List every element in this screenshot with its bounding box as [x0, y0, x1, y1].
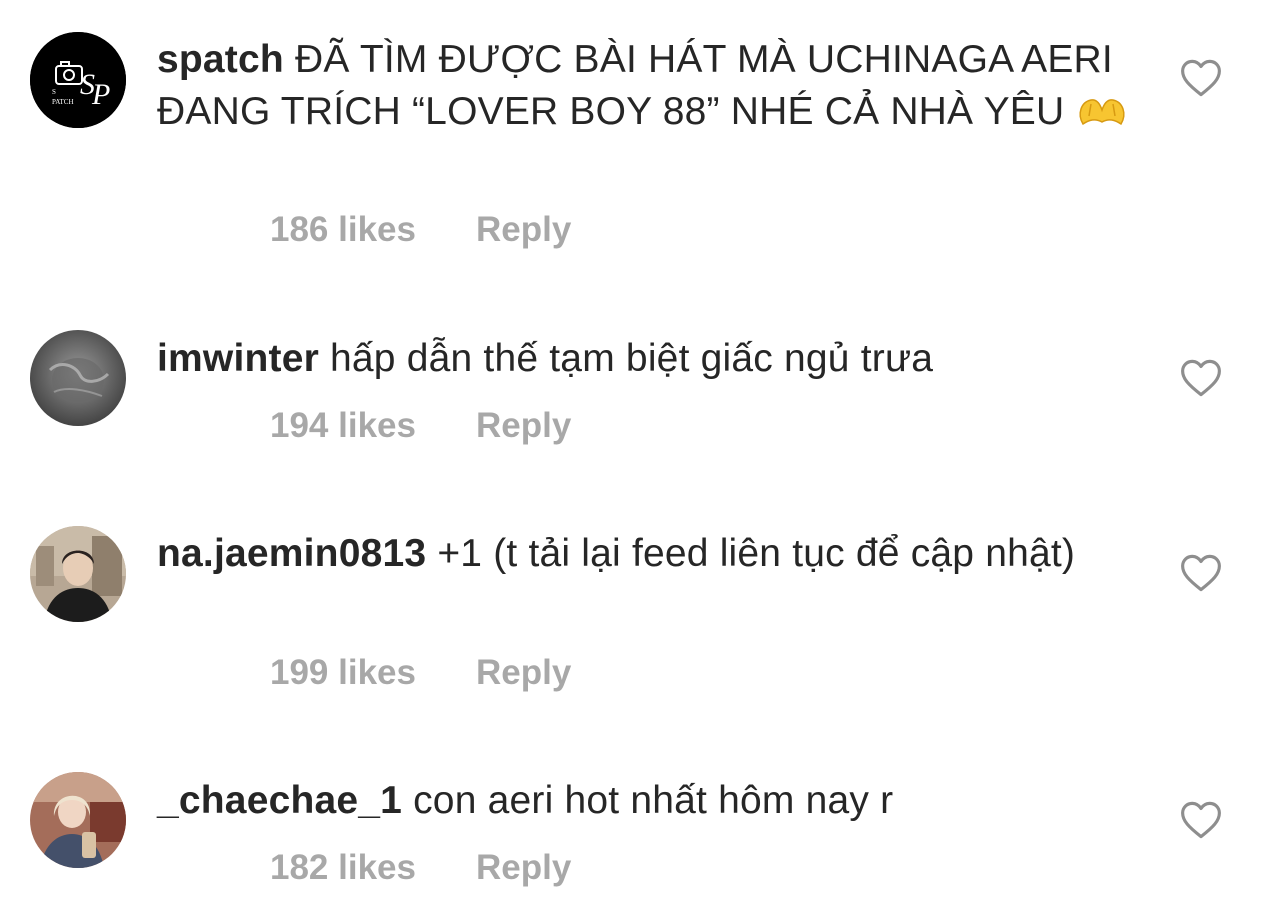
comment-username[interactable]: na.jaemin0813: [157, 532, 426, 575]
svg-text:P: P: [91, 78, 110, 111]
svg-text:S: S: [52, 88, 56, 96]
comment-meta: 182 likes Reply: [270, 846, 571, 890]
reply-button[interactable]: Reply: [476, 651, 571, 695]
comment-meta: 186 likes Reply: [270, 208, 571, 252]
avatar-photo: [30, 526, 126, 622]
likes-count[interactable]: 186 likes: [270, 208, 416, 252]
heart-outline-icon: [1181, 554, 1221, 592]
likes-count[interactable]: 194 likes: [270, 404, 416, 448]
like-button[interactable]: [1180, 553, 1222, 593]
like-button[interactable]: [1180, 358, 1222, 398]
comment-text: hấp dẫn thế tạm biệt giấc ngủ trưa: [330, 337, 934, 380]
heart-outline-icon: [1181, 359, 1221, 397]
avatar[interactable]: [30, 526, 126, 622]
reply-button[interactable]: Reply: [476, 208, 571, 252]
avatar[interactable]: S P S PATCH: [30, 32, 126, 128]
svg-text:PATCH: PATCH: [52, 98, 74, 106]
comment-text: ĐÃ TÌM ĐƯỢC BÀI HÁT MÀ UCHINAGA AERI ĐAN…: [157, 38, 1113, 133]
heart-outline-icon: [1181, 801, 1221, 839]
avatar-photo: [30, 772, 126, 868]
comment-body: na.jaemin0813 +1 (t tải lại feed liên tụ…: [157, 528, 1147, 580]
spatch-logo-icon: S P S PATCH: [30, 32, 126, 128]
heart-outline-icon: [1181, 59, 1221, 97]
avatar[interactable]: [30, 330, 126, 426]
comment-body: _chaechae_1 con aeri hot nhất hôm nay r: [157, 775, 1147, 827]
comment-username[interactable]: _chaechae_1: [157, 779, 402, 822]
like-button[interactable]: [1180, 800, 1222, 840]
comment-meta: 199 likes Reply: [270, 651, 571, 695]
like-button[interactable]: [1180, 58, 1222, 98]
avatar-photo: [30, 330, 126, 426]
reply-button[interactable]: Reply: [476, 846, 571, 890]
reply-button[interactable]: Reply: [476, 404, 571, 448]
heart-hands-emoji-icon: [1075, 90, 1129, 126]
comment-text: con aeri hot nhất hôm nay r: [413, 779, 894, 822]
comment-meta: 194 likes Reply: [270, 404, 571, 448]
comment-text: +1 (t tải lại feed liên tục để cập nhật): [437, 532, 1076, 575]
likes-count[interactable]: 182 likes: [270, 846, 416, 890]
likes-count[interactable]: 199 likes: [270, 651, 416, 695]
comment-body: spatch ĐÃ TÌM ĐƯỢC BÀI HÁT MÀ UCHINAGA A…: [157, 34, 1147, 138]
comment-username[interactable]: spatch: [157, 38, 284, 81]
comment-body: imwinter hấp dẫn thế tạm biệt giấc ngủ t…: [157, 333, 1147, 385]
avatar[interactable]: [30, 772, 126, 868]
comment-username[interactable]: imwinter: [157, 337, 319, 380]
